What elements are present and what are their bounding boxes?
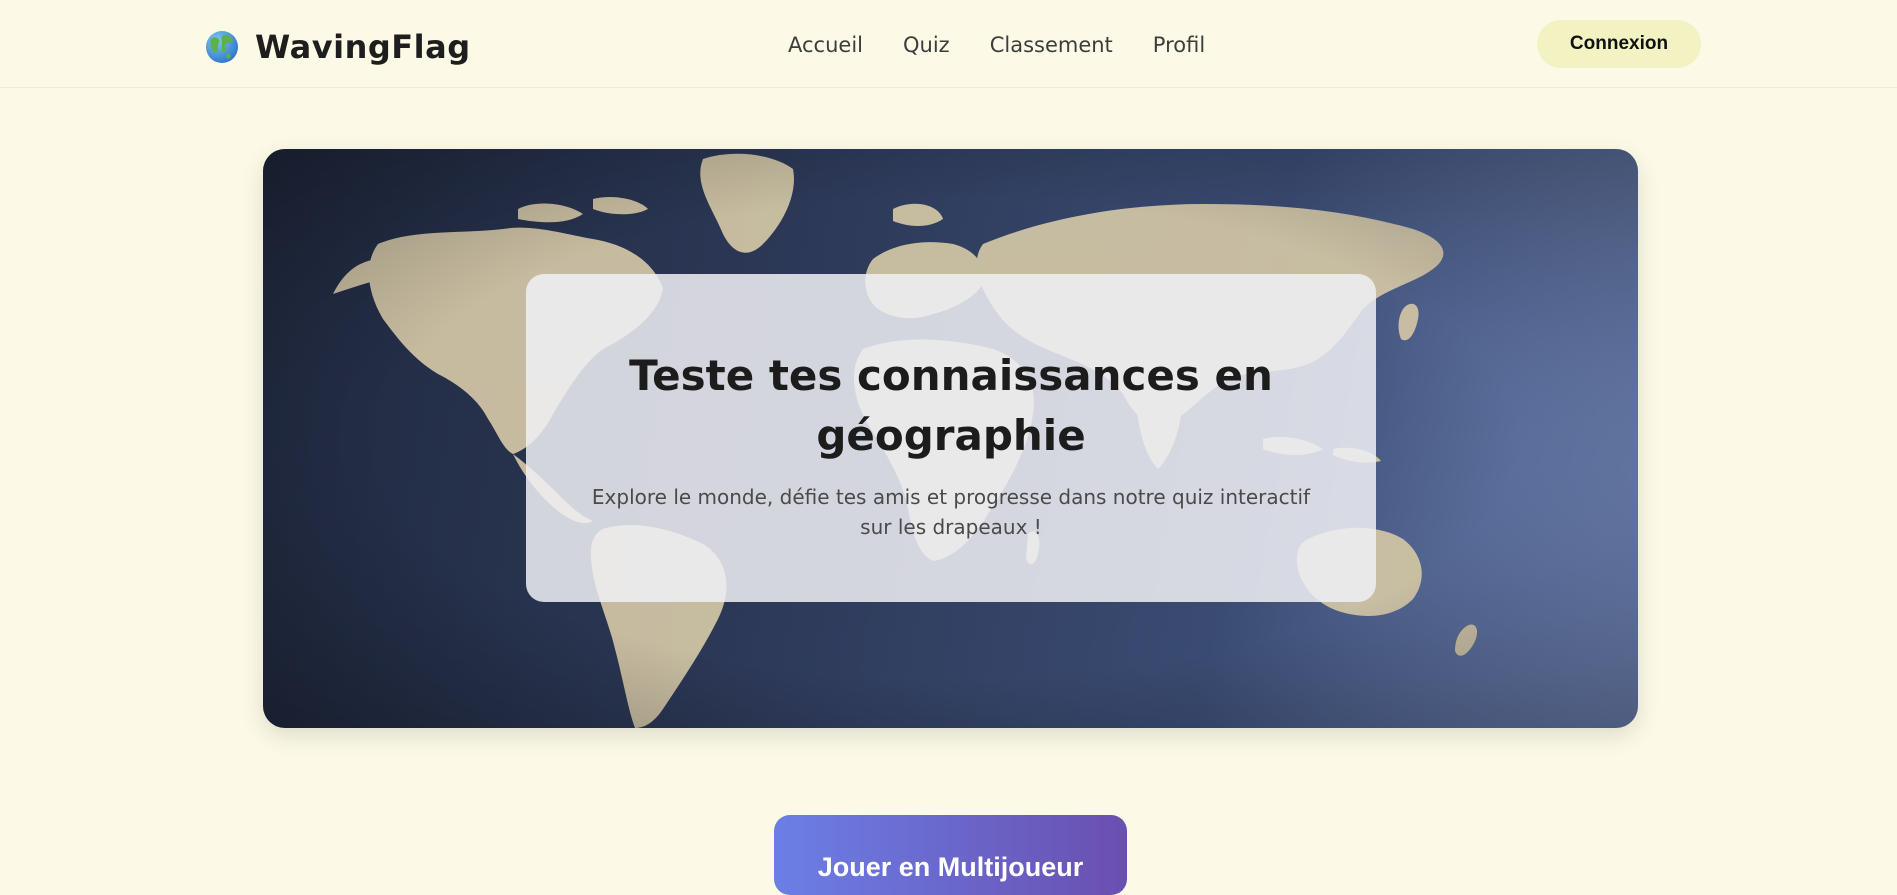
logo[interactable]: WavingFlag <box>205 28 471 66</box>
nav-quiz[interactable]: Quiz <box>903 30 950 60</box>
globe-icon <box>206 31 238 63</box>
nav-profil[interactable]: Profil <box>1153 30 1205 60</box>
login-button[interactable]: Connexion <box>1537 20 1701 68</box>
top-navbar: WavingFlag Accueil Quiz Classement Profi… <box>0 0 1897 88</box>
multiplayer-button[interactable]: Jouer en Multijoueur <box>774 815 1127 895</box>
hero-banner: Teste tes connaissances en géographie Ex… <box>263 149 1638 728</box>
nav-accueil[interactable]: Accueil <box>788 30 863 60</box>
nav-classement[interactable]: Classement <box>990 30 1113 60</box>
hero-title: Teste tes connaissances en géographie <box>629 351 1273 460</box>
main-nav: Accueil Quiz Classement Profil <box>788 30 1205 60</box>
hero-card: Teste tes connaissances en géographie Ex… <box>526 274 1376 602</box>
logo-text: WavingFlag <box>255 28 471 66</box>
hero-subtitle: Explore le monde, défie tes amis et prog… <box>591 485 1311 539</box>
